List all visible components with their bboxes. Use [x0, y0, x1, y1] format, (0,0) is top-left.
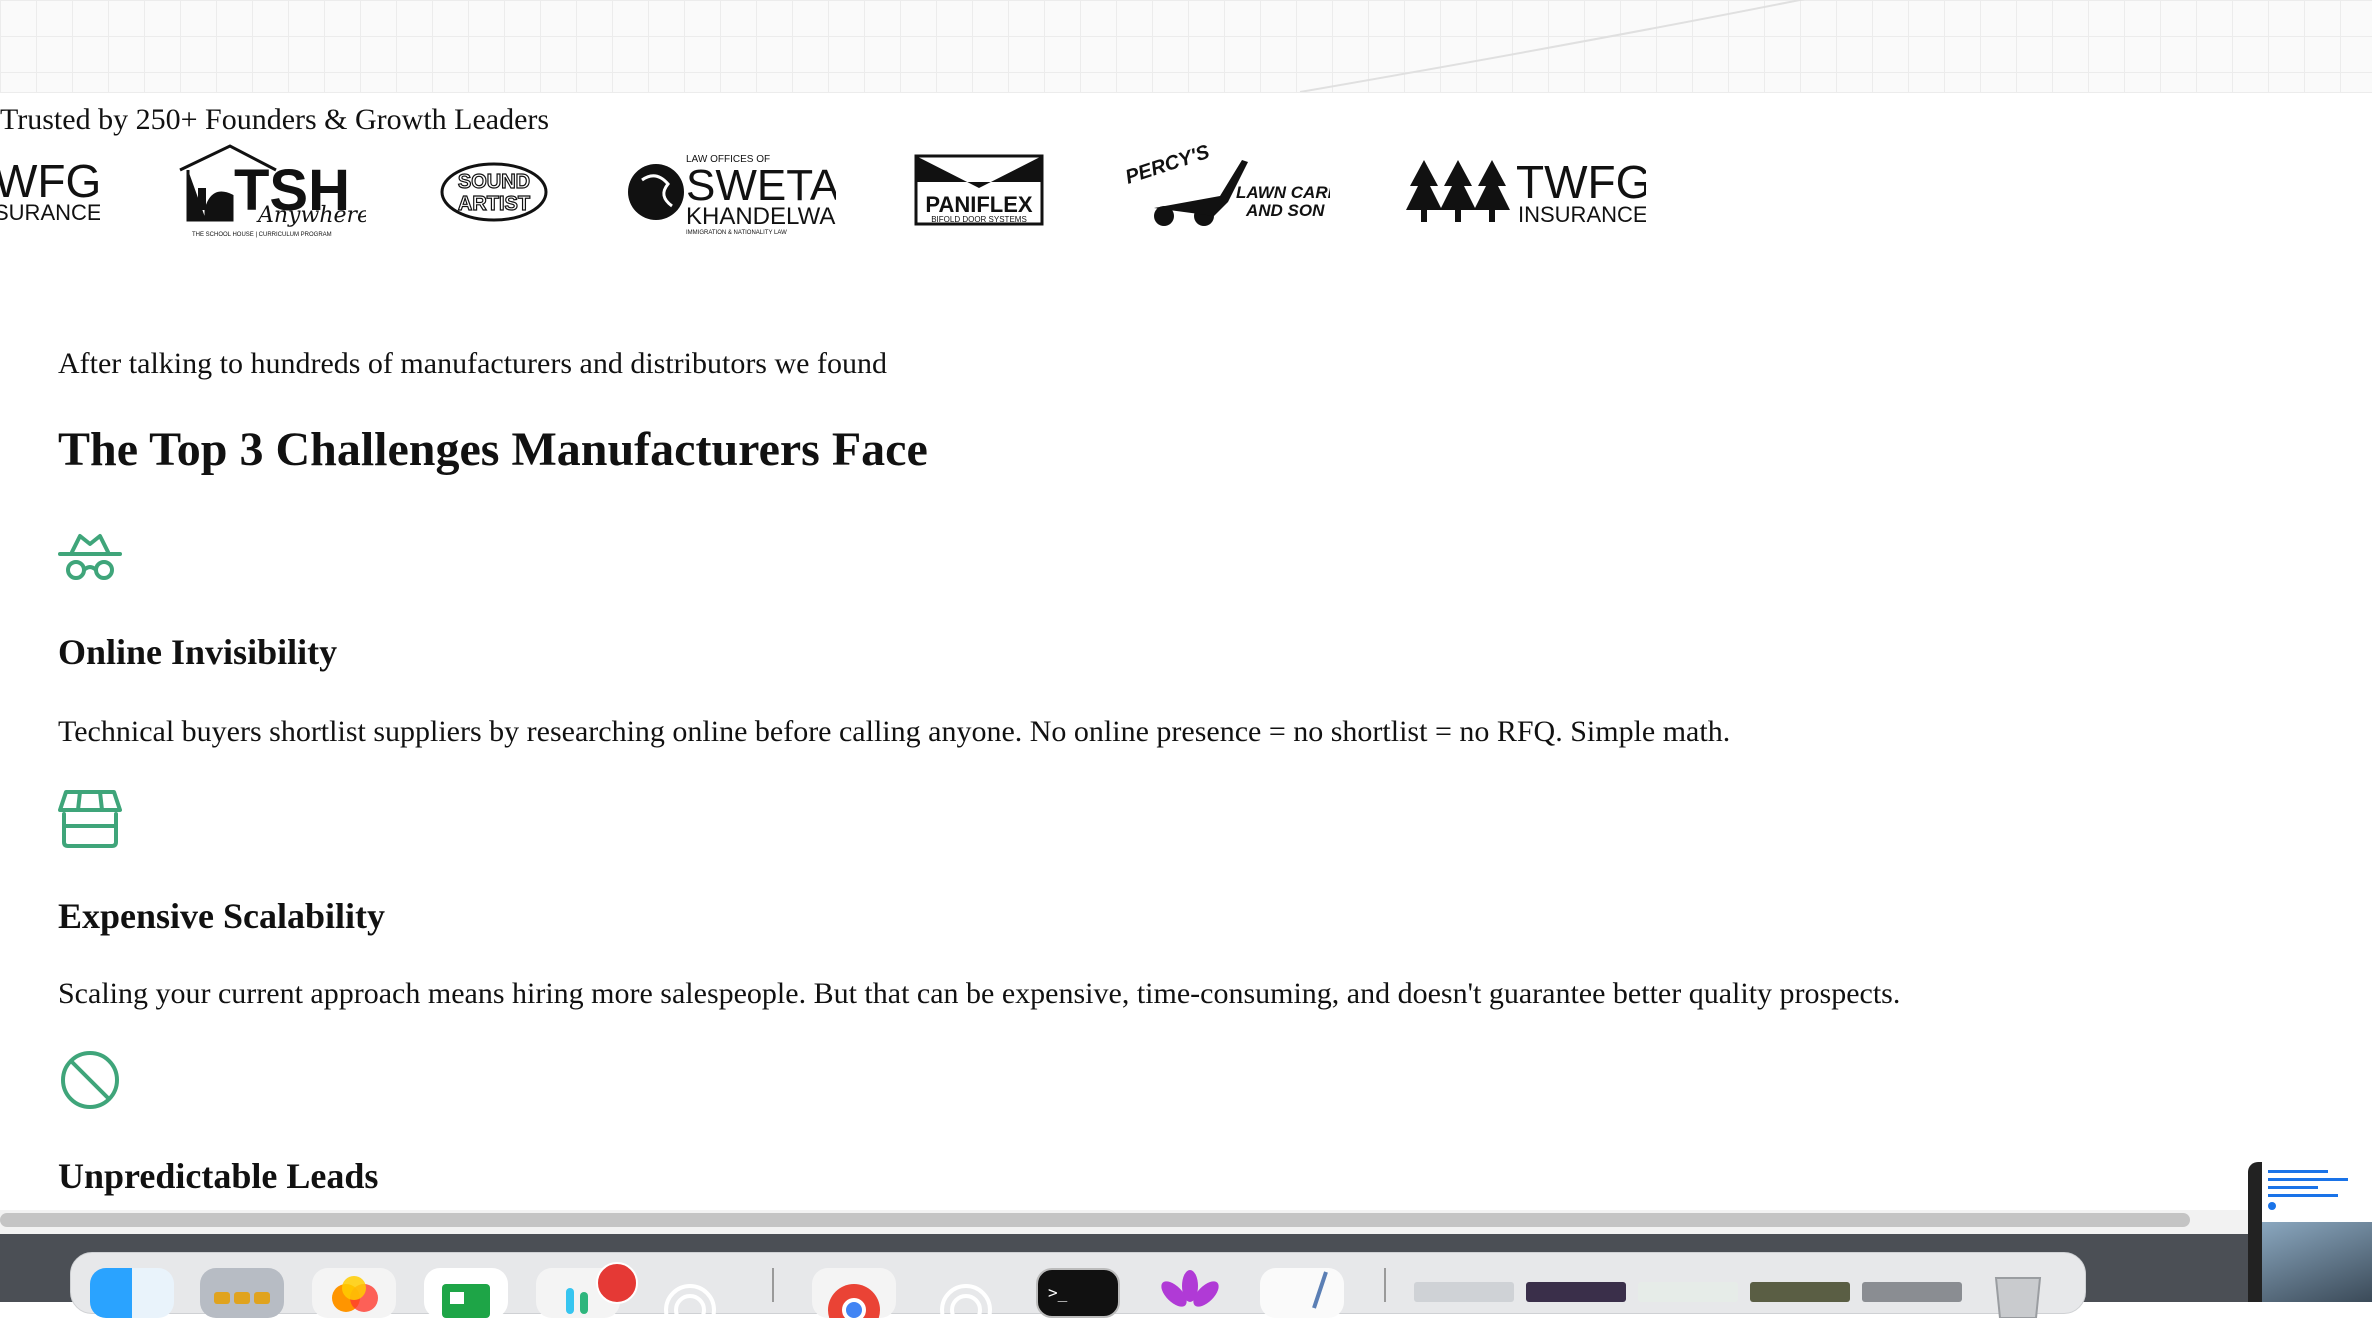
svg-text:>_: >_ — [1048, 1283, 1068, 1302]
svg-text:THE SCHOOL HOUSE | CURRICULUM: THE SCHOOL HOUSE | CURRICULUM PROGRAM — [192, 232, 332, 238]
chatgpt-icon[interactable] — [648, 1268, 732, 1318]
logo-twfg-insurance: TWFG INSURANCE — [1406, 140, 1646, 250]
minimized-window-thumbnail[interactable] — [1862, 1282, 1962, 1302]
minimized-window-thumbnail[interactable] — [1414, 1282, 1514, 1302]
challenge-title-expensive-scalability: Expensive Scalability — [58, 896, 386, 936]
svg-text:SURANCE: SURANCE — [0, 200, 100, 225]
terminal-icon[interactable]: >_ — [1036, 1268, 1120, 1318]
hero-grid-background — [0, 0, 2372, 93]
svg-text:PERCY'S: PERCY'S — [1124, 141, 1213, 189]
flower-app-icon[interactable] — [1148, 1268, 1232, 1318]
pip-web-preview — [2262, 1162, 2372, 1222]
minimized-window-thumbnail[interactable] — [1750, 1282, 1850, 1302]
dock-separator-2 — [1384, 1268, 1386, 1302]
horizontal-scrollbar-thumb[interactable] — [0, 1213, 2190, 1227]
photos-icon[interactable] — [312, 1268, 396, 1318]
logo-percys-lawn-care: PERCY'S LAWN CARE AND SON — [1124, 140, 1330, 250]
minimized-window-thumbnail[interactable] — [1526, 1282, 1626, 1302]
trusted-by-text: Trusted by 250+ Founders & Growth Leader… — [0, 103, 550, 136]
challenge-title-online-invisibility: Online Invisibility — [58, 632, 338, 672]
storefront-icon — [58, 786, 122, 850]
challenge-description-expensive-scalability: Scaling your current approach means hiri… — [58, 977, 1901, 1010]
svg-text:KHANDELWAL: KHANDELWAL — [686, 203, 836, 230]
svg-text:BIFOLD DOOR SYSTEMS: BIFOLD DOOR SYSTEMS — [931, 215, 1027, 224]
svg-text:LAWN CARE: LAWN CARE — [1236, 183, 1330, 202]
finder-icon[interactable] — [90, 1268, 174, 1318]
svg-text:ARTIST: ARTIST — [458, 193, 530, 215]
chrome-icon[interactable] — [812, 1268, 896, 1318]
svg-text:SOUND: SOUND — [458, 171, 530, 193]
dock-separator — [772, 1268, 774, 1302]
slack-notification-badge — [596, 1262, 638, 1304]
pip-video-frame — [2262, 1222, 2372, 1302]
challenge-title-unpredictable-leads: Unpredictable Leads — [58, 1156, 379, 1196]
trash-icon[interactable] — [1976, 1268, 2060, 1318]
challenge-description-online-invisibility: Technical buyers shortlist suppliers by … — [58, 715, 1731, 748]
svg-text:IMMIGRATION & NATIONALITY LAW: IMMIGRATION & NATIONALITY LAW — [686, 230, 787, 236]
numbers-icon[interactable] — [424, 1268, 508, 1318]
picture-in-picture-preview[interactable] — [2248, 1162, 2372, 1302]
page-title: The Top 3 Challenges Manufacturers Face — [58, 423, 928, 476]
svg-text:PANIFLEX: PANIFLEX — [925, 192, 1032, 217]
challenges-intro: After talking to hundreds of manufacture… — [58, 347, 887, 380]
svg-text:Anywhere: Anywhere — [256, 203, 366, 228]
svg-text:TWFG: TWFG — [1516, 156, 1646, 208]
launchpad-icon[interactable] — [200, 1268, 284, 1318]
svg-text:AND SON: AND SON — [1245, 201, 1325, 220]
logo-twfg-partial: WFG SURANCE — [0, 140, 100, 250]
prohibited-icon — [58, 1048, 122, 1112]
logo-tsh-anywhere: TSH Anywhere THE SCHOOL HOUSE | CURRICUL… — [176, 140, 366, 250]
textedit-icon[interactable] — [1260, 1268, 1344, 1318]
decorative-curve — [1299, 0, 1806, 92]
minimized-window-thumbnail[interactable] — [1638, 1282, 1738, 1302]
logo-paniflex: PANIFLEX BIFOLD DOOR SYSTEMS — [914, 140, 1046, 250]
incognito-icon — [58, 526, 122, 590]
svg-text:INSURANCE: INSURANCE — [1518, 202, 1646, 227]
chatgpt-2-icon[interactable] — [924, 1268, 1008, 1318]
logo-sweta-khandelwal: LAW OFFICES OF SWETA KHANDELWAL IMMIGRAT… — [628, 140, 836, 250]
logo-sound-artist: SOUND ARTIST — [438, 140, 550, 250]
client-logos-strip: WFG SURANCE TSH Anywhere THE SCHOOL HOUS… — [0, 140, 2372, 250]
